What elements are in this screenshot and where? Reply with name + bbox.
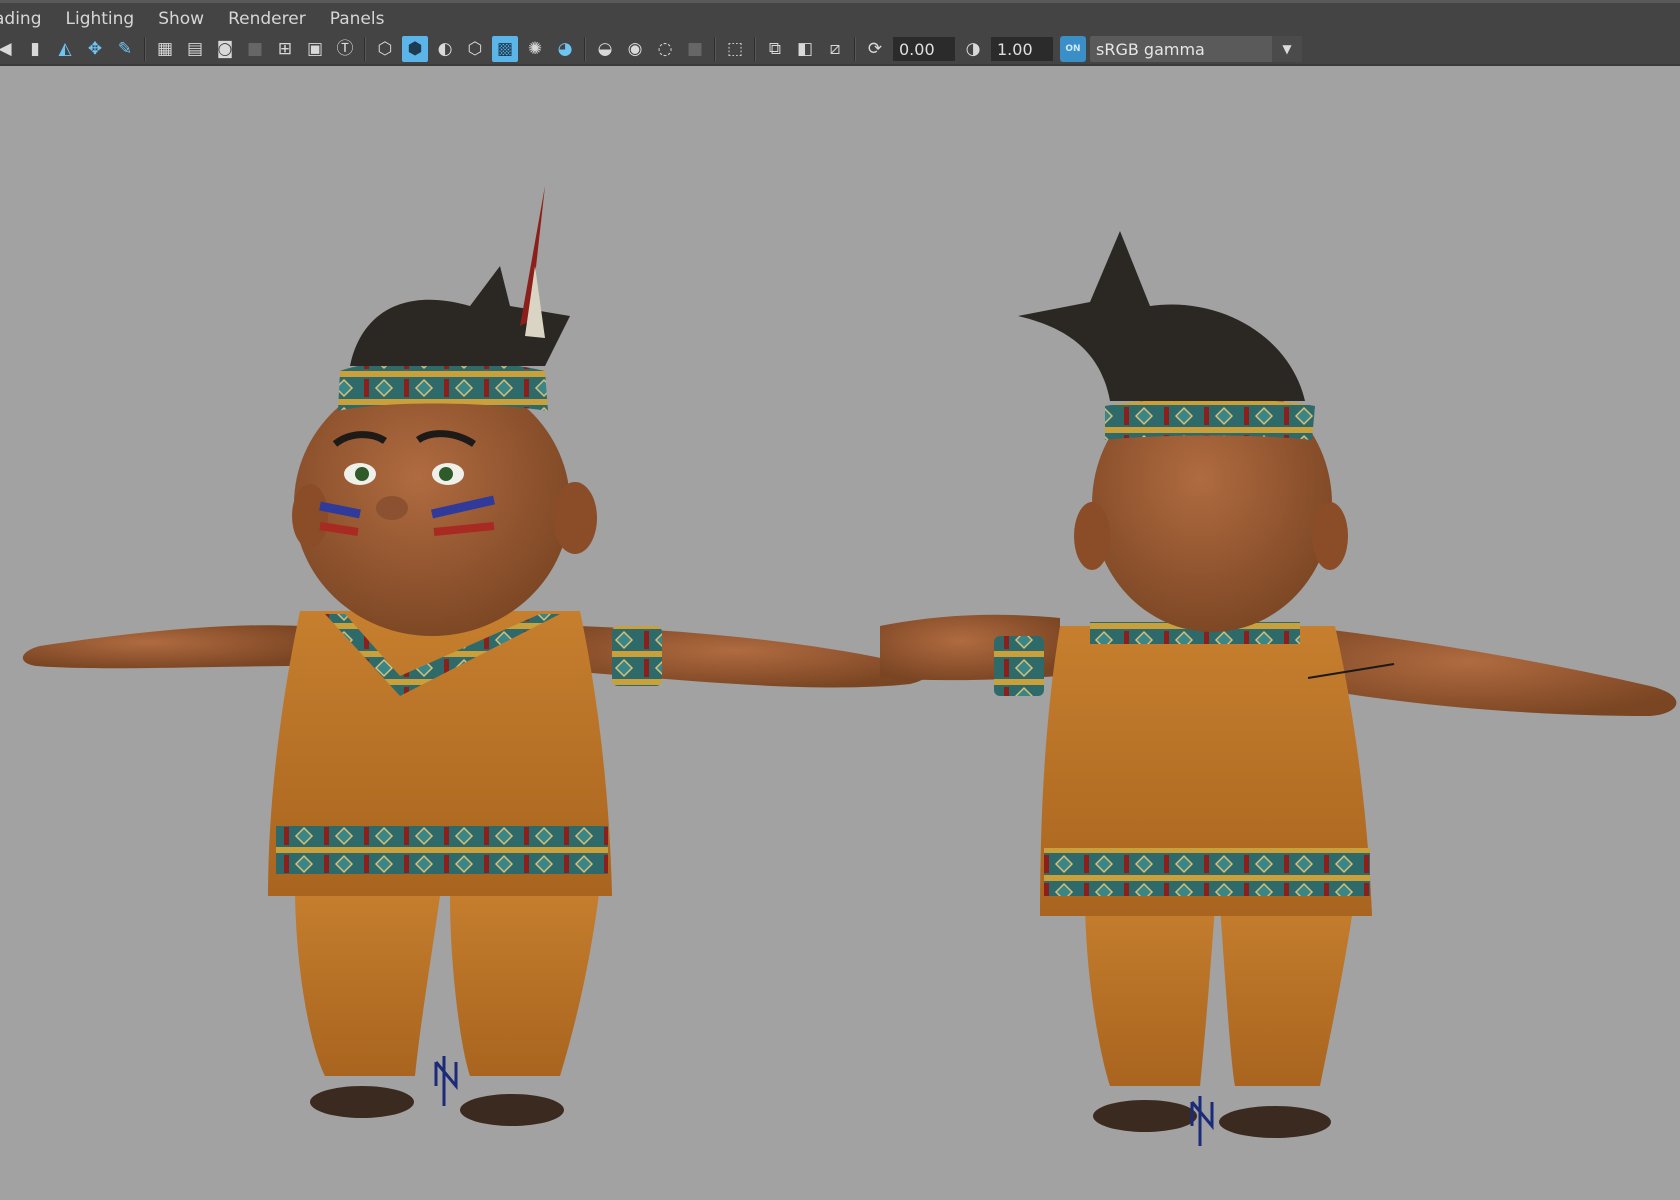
xray-icon[interactable]: ▩ xyxy=(492,36,518,62)
field-chart-icon[interactable]: ⊞ xyxy=(272,36,298,62)
panel-toolbar: ◀ ▮ ◭ ✥ ✎ ▦ ▤ ◙ ■ ⊞ ▣ Ⓣ ⬡ ⬢ ◐ ⬡ ▩ ✺ ◕ ◒ … xyxy=(0,34,1680,66)
isolate-select-icon[interactable]: ⬚ xyxy=(722,36,748,62)
toolbar-divider xyxy=(584,37,586,61)
axis-marker-back xyxy=(1190,1096,1214,1146)
exposure-field[interactable]: 0.00 xyxy=(893,37,955,61)
bookmark-icon[interactable]: ▮ xyxy=(22,36,48,62)
film-gate-icon[interactable]: ▤ xyxy=(182,36,208,62)
toolbar-divider xyxy=(854,37,856,61)
exposure-icon[interactable]: ⟳ xyxy=(862,36,888,62)
motion-blur-icon[interactable]: ◉ xyxy=(622,36,648,62)
lights-icon[interactable]: ✺ xyxy=(522,36,548,62)
character-front-view[interactable] xyxy=(22,186,927,1126)
grid-icon[interactable]: ▦ xyxy=(152,36,178,62)
panel-menubar: ading Lighting Show Renderer Panels xyxy=(0,0,1680,34)
ambient-occlusion-icon[interactable]: ◒ xyxy=(592,36,618,62)
menu-show[interactable]: Show xyxy=(146,3,216,34)
toolbar-divider xyxy=(364,37,366,61)
safe-title-icon[interactable]: Ⓣ xyxy=(332,36,358,62)
xray-joints-icon[interactable]: ⧉ xyxy=(762,36,788,62)
smooth-shade-icon[interactable]: ⬢ xyxy=(402,36,428,62)
viewport-scene xyxy=(22,186,1677,1146)
toolbar-divider xyxy=(714,37,716,61)
3d-viewport[interactable] xyxy=(0,66,1680,1200)
backface-culling-icon[interactable]: ⧄ xyxy=(822,36,848,62)
camera-attributes-icon[interactable]: ◭ xyxy=(52,36,78,62)
character-back-view[interactable] xyxy=(880,231,1677,1138)
menu-lighting[interactable]: Lighting xyxy=(54,3,147,34)
prev-icon[interactable]: ◀ xyxy=(0,36,18,62)
view-transform-select[interactable]: sRGB gamma ▼ xyxy=(1090,36,1302,62)
wireframe-icon[interactable]: ⬡ xyxy=(372,36,398,62)
safe-action-icon[interactable]: ▣ xyxy=(302,36,328,62)
axis-marker-front xyxy=(434,1056,458,1106)
toolbar-divider xyxy=(144,37,146,61)
pencil-icon[interactable]: ✎ xyxy=(112,36,138,62)
menu-panels[interactable]: Panels xyxy=(318,3,397,34)
gamma-icon[interactable]: ◑ xyxy=(960,36,986,62)
menu-renderer[interactable]: Renderer xyxy=(216,3,318,34)
gamma-field[interactable]: 1.00 xyxy=(991,37,1053,61)
default-material-icon[interactable]: ◐ xyxy=(432,36,458,62)
view-transform-value: sRGB gamma xyxy=(1096,39,1205,59)
shadows-icon[interactable]: ◕ xyxy=(552,36,578,62)
image-plane-icon[interactable]: ✥ xyxy=(82,36,108,62)
color-management-icon[interactable]: ON xyxy=(1060,36,1086,62)
antialiasing-icon[interactable]: ◌ xyxy=(652,36,678,62)
resolution-gate-icon[interactable]: ◙ xyxy=(212,36,238,62)
menu-shading[interactable]: ading xyxy=(0,3,54,34)
xray-active-icon[interactable]: ◧ xyxy=(792,36,818,62)
toolbar-divider xyxy=(754,37,756,61)
dof-icon[interactable]: ■ xyxy=(682,36,708,62)
gate-mask-icon[interactable]: ■ xyxy=(242,36,268,62)
chevron-down-icon[interactable]: ▼ xyxy=(1272,36,1302,62)
wireframe-on-shaded-icon[interactable]: ⬡ xyxy=(462,36,488,62)
